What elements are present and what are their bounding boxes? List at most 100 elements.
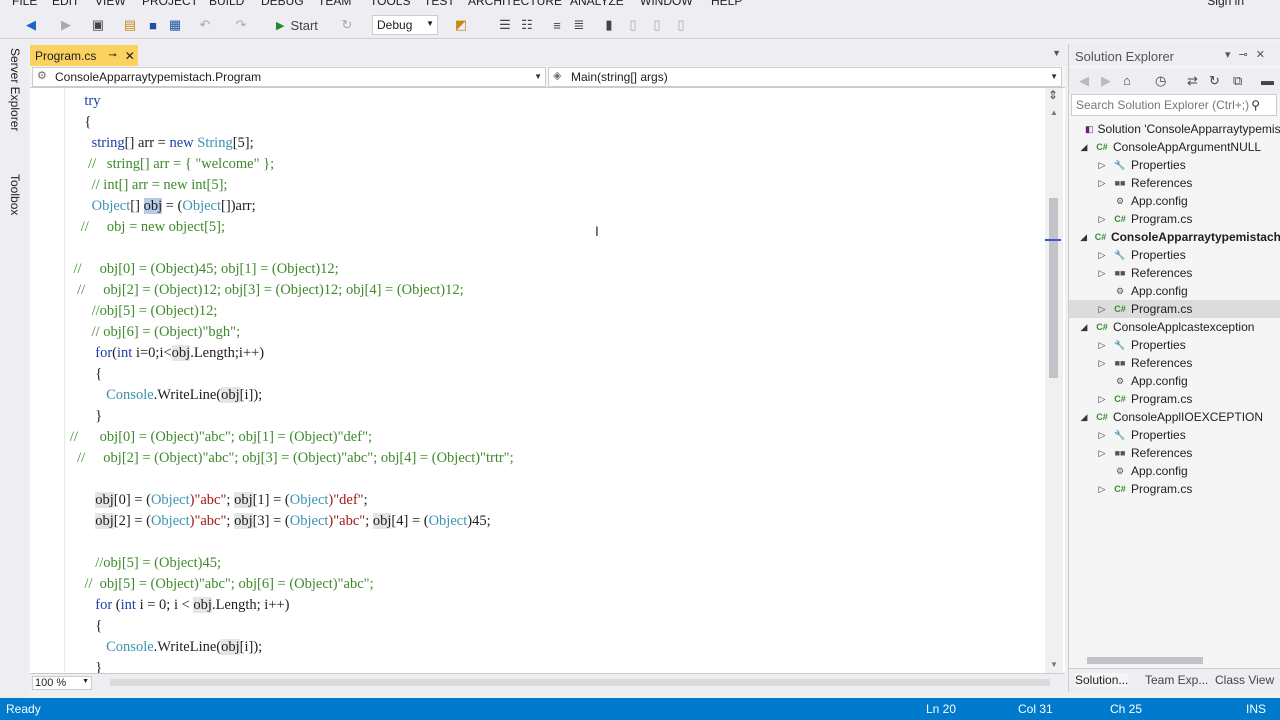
tree-node[interactable]: ⚙ App.config: [1069, 192, 1280, 210]
expanded-arrow-icon[interactable]: ◢: [1079, 232, 1088, 243]
code-line[interactable]: }: [30, 406, 1035, 427]
scroll-thumb[interactable]: [1087, 657, 1203, 664]
code-line[interactable]: for(int i=0;i<obj.Length;i++): [30, 343, 1035, 364]
forward-icon[interactable]: ▶: [58, 15, 74, 35]
menu-help[interactable]: HELP: [711, 0, 742, 8]
bookmark-icon[interactable]: ▮: [600, 15, 618, 35]
home-icon[interactable]: ⌂: [1123, 73, 1131, 88]
collapsed-arrow-icon[interactable]: ▷: [1097, 394, 1107, 405]
tree-node[interactable]: ◢ C# ConsoleAppArgumentNULL: [1069, 138, 1280, 156]
collapsed-arrow-icon[interactable]: ▷: [1097, 214, 1107, 225]
code-line[interactable]: // int[] arr = new int[5];: [30, 175, 1035, 196]
refresh-icon[interactable]: ↻: [1209, 73, 1220, 89]
menu-edit[interactable]: EDIT: [52, 0, 79, 8]
code-line[interactable]: {: [30, 364, 1035, 385]
collapsed-arrow-icon[interactable]: ▷: [1097, 304, 1107, 315]
back-icon[interactable]: ◀: [1079, 73, 1089, 89]
code-text[interactable]: try { string[] arr = new String[5]; // s…: [30, 91, 1035, 673]
back-icon[interactable]: ◀: [22, 15, 40, 35]
code-line[interactable]: // obj[2] = (Object)"abc"; obj[3] = (Obj…: [30, 448, 1035, 469]
scroll-thumb[interactable]: [1049, 198, 1058, 378]
member-dropdown[interactable]: ◈ Main(string[] args) ▼: [548, 67, 1062, 87]
tree-node[interactable]: ◢ C# ConsoleApparraytypemistach: [1069, 228, 1280, 246]
prev-bookmark-icon[interactable]: ▯: [624, 15, 642, 35]
indent-icon[interactable]: ≡: [548, 15, 566, 35]
sign-in-link[interactable]: Sign in: [1207, 0, 1244, 8]
collapsed-arrow-icon[interactable]: ▷: [1097, 430, 1107, 441]
code-line[interactable]: // obj[2] = (Object)12; obj[3] = (Object…: [30, 280, 1035, 301]
tree-node[interactable]: ▷ ■■ References: [1069, 444, 1280, 462]
collapsed-arrow-icon[interactable]: ▷: [1097, 268, 1107, 279]
tree-node[interactable]: ▷ 🔧 Properties: [1069, 426, 1280, 444]
clear-bookmark-icon[interactable]: ▯: [672, 15, 690, 35]
tree-node[interactable]: ▷ C# Program.cs: [1069, 210, 1280, 228]
tree-node[interactable]: ⚙ App.config: [1069, 282, 1280, 300]
solution-configuration-dropdown[interactable]: Debug ▼: [372, 15, 438, 35]
code-line[interactable]: [30, 532, 1035, 553]
menu-analyze[interactable]: ANALYZE: [570, 0, 624, 8]
tree-node[interactable]: ▷ ■■ References: [1069, 354, 1280, 372]
menu-architecture[interactable]: ARCHITECTURE: [468, 0, 562, 8]
menu-build[interactable]: BUILD: [209, 0, 244, 8]
tree-node[interactable]: ⚙ App.config: [1069, 372, 1280, 390]
comment-icon[interactable]: ☰: [496, 15, 514, 35]
tree-node[interactable]: ◢ C# ConsoleApplcastexception: [1069, 318, 1280, 336]
code-line[interactable]: string[] arr = new String[5];: [30, 133, 1035, 154]
menu-project[interactable]: PROJECT: [142, 0, 198, 8]
code-line[interactable]: obj[2] = (Object)"abc"; obj[3] = (Object…: [30, 511, 1035, 532]
refresh-icon[interactable]: ↻: [338, 15, 356, 35]
tree-node[interactable]: ⚙ App.config: [1069, 462, 1280, 480]
redo-icon[interactable]: ↷: [232, 15, 250, 35]
code-editor[interactable]: try { string[] arr = new String[5]; // s…: [30, 88, 1065, 673]
tab-team-explorer[interactable]: Team Exp...: [1145, 673, 1208, 687]
collapsed-arrow-icon[interactable]: ▷: [1097, 160, 1107, 171]
code-line[interactable]: obj[0] = (Object)"abc"; obj[1] = (Object…: [30, 490, 1035, 511]
code-line[interactable]: {: [30, 616, 1035, 637]
class-dropdown[interactable]: ⚙ ConsoleApparraytypemistach.Program ▼: [32, 67, 546, 87]
menu-test[interactable]: TEST: [424, 0, 455, 8]
sync-icon[interactable]: ⇄: [1187, 73, 1198, 89]
properties-icon[interactable]: ▬: [1261, 73, 1274, 88]
start-debug-button[interactable]: ▶ Start: [276, 15, 336, 35]
code-line[interactable]: // obj[5] = (Object)"abc"; obj[6] = (Obj…: [30, 574, 1035, 595]
tab-dropdown-icon[interactable]: ▼: [1052, 48, 1061, 58]
split-icon[interactable]: ⇕: [1048, 88, 1058, 102]
undo-icon[interactable]: ↶: [196, 15, 214, 35]
expanded-arrow-icon[interactable]: ◢: [1079, 412, 1089, 423]
pin-icon[interactable]: ⊸: [108, 50, 116, 61]
solution-horizontal-scrollbar[interactable]: [1073, 654, 1273, 666]
collapsed-arrow-icon[interactable]: ▷: [1097, 358, 1107, 369]
code-line[interactable]: Object[] obj = (Object[])arr;: [30, 196, 1035, 217]
tree-node[interactable]: ▷ 🔧 Properties: [1069, 246, 1280, 264]
history-icon[interactable]: ◷: [1155, 73, 1166, 89]
tab-class-view[interactable]: Class View: [1215, 673, 1274, 687]
forward-icon[interactable]: ▶: [1101, 73, 1111, 89]
collapsed-arrow-icon[interactable]: ▷: [1097, 448, 1107, 459]
tab-program-cs[interactable]: Program.cs ⊸ ✕: [30, 45, 138, 66]
horizontal-scroll-thumb[interactable]: [110, 679, 1050, 686]
expanded-arrow-icon[interactable]: ◢: [1079, 322, 1089, 333]
collapsed-arrow-icon[interactable]: ▷: [1097, 178, 1107, 189]
code-line[interactable]: [30, 469, 1035, 490]
next-bookmark-icon[interactable]: ▯: [648, 15, 666, 35]
toolbox-tab[interactable]: Toolbox: [8, 174, 22, 215]
code-line[interactable]: }: [30, 658, 1035, 673]
uncomment-icon[interactable]: ☷: [518, 15, 536, 35]
tree-node[interactable]: ▷ C# Program.cs: [1069, 300, 1280, 318]
code-line[interactable]: // obj[6] = (Object)"bgh";: [30, 322, 1035, 343]
code-line[interactable]: for (int i = 0; i < obj.Length; i++): [30, 595, 1035, 616]
close-icon[interactable]: ✕: [125, 49, 135, 63]
tree-node[interactable]: ◧Solution 'ConsoleApparraytypemistach' (…: [1069, 120, 1280, 138]
solution-search-input[interactable]: Search Solution Explorer (Ctrl+;) ⚲: [1071, 94, 1277, 116]
collapsed-arrow-icon[interactable]: ▷: [1097, 484, 1107, 495]
tree-node[interactable]: ▷ C# Program.cs: [1069, 480, 1280, 498]
panel-controls[interactable]: ▾⊸✕: [1225, 48, 1273, 61]
server-explorer-tab[interactable]: Server Explorer: [8, 48, 22, 131]
tree-node[interactable]: ▷ ■■ References: [1069, 264, 1280, 282]
scroll-down-icon[interactable]: ▼: [1050, 660, 1058, 669]
tree-node[interactable]: ▷ ■■ References: [1069, 174, 1280, 192]
code-line[interactable]: // obj[0] = (Object)"abc"; obj[1] = (Obj…: [30, 427, 1035, 448]
code-line[interactable]: Console.WriteLine(obj[i]);: [30, 637, 1035, 658]
scroll-up-icon[interactable]: ▲: [1050, 108, 1058, 117]
outdent-icon[interactable]: ≣: [570, 15, 588, 35]
